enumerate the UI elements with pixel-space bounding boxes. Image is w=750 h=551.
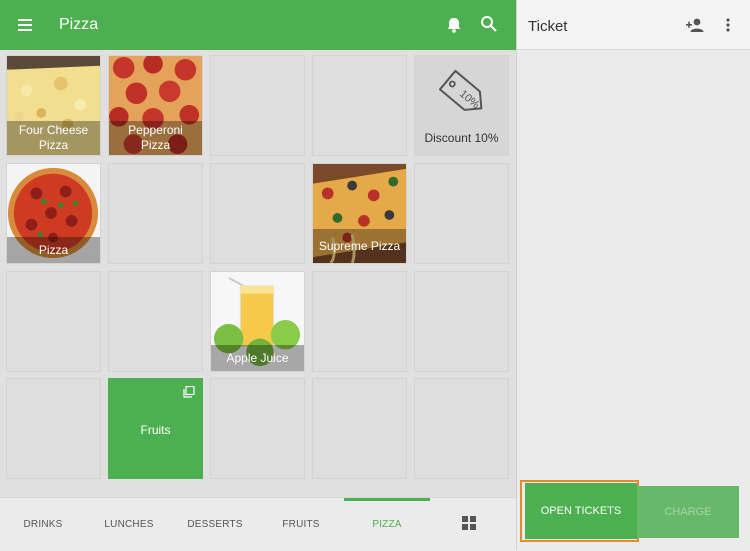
tab-lunches[interactable]: LUNCHES (94, 498, 164, 551)
ticket-title: Ticket (528, 18, 568, 35)
tile-empty[interactable] (414, 163, 509, 264)
tab-label: PIZZA (372, 519, 402, 530)
grid-view-icon[interactable] (462, 516, 476, 530)
tile-empty[interactable] (312, 378, 407, 479)
more-vert-icon[interactable] (723, 17, 733, 33)
category-icon (183, 386, 195, 398)
category-tabs: DRINKS LUNCHES DESSERTS FRUITS PIZZA (0, 497, 516, 551)
menu-icon[interactable] (16, 15, 36, 35)
ticket-panel: Ticket OPEN TICKETS CHARGE (516, 0, 750, 550)
ticket-items-area (517, 50, 750, 480)
charge-button[interactable]: CHARGE (637, 486, 739, 538)
tile-pepperoni-pizza[interactable]: Pepperoni Pizza (108, 55, 203, 156)
active-tab-indicator (344, 498, 430, 501)
tile-empty[interactable] (108, 271, 203, 372)
tile-discount-10[interactable]: 10% Discount 10% (414, 55, 509, 156)
tile-label: Supreme Pizza (313, 229, 406, 263)
tile-empty[interactable] (210, 163, 305, 264)
discount-tag-icon: 10% (438, 69, 483, 111)
tile-label: Four Cheese Pizza (7, 121, 100, 155)
tab-label: LUNCHES (104, 519, 154, 530)
tile-empty[interactable] (414, 378, 509, 479)
tile-empty[interactable] (210, 378, 305, 479)
tile-empty[interactable] (108, 163, 203, 264)
page-title: Pizza (59, 16, 99, 33)
item-grid: Four Cheese Pizza Pepperoni Pizza 10% Di… (6, 55, 512, 481)
tab-fruits[interactable]: FRUITS (266, 498, 336, 551)
tile-fruits-category[interactable]: Fruits (108, 378, 203, 479)
tile-empty[interactable] (6, 271, 101, 372)
tile-supreme-pizza[interactable]: Supreme Pizza (312, 163, 407, 264)
app-bar: Pizza (0, 0, 516, 50)
tab-label: DRINKS (23, 519, 63, 530)
tile-label: Pizza (7, 237, 100, 263)
tile-empty[interactable] (210, 55, 305, 156)
tile-empty[interactable] (414, 271, 509, 372)
tile-four-cheese-pizza[interactable]: Four Cheese Pizza (6, 55, 101, 156)
tile-label: Discount 10% (424, 131, 499, 145)
tab-label: FRUITS (282, 519, 320, 530)
person-add-icon[interactable] (685, 17, 705, 33)
tile-label: Pepperoni Pizza (109, 121, 202, 155)
tile-label: Apple Juice (211, 345, 304, 371)
bell-icon[interactable] (444, 15, 464, 35)
tile-empty[interactable] (312, 55, 407, 156)
open-tickets-button[interactable]: OPEN TICKETS (525, 483, 637, 539)
ticket-header: Ticket (517, 0, 750, 50)
tile-empty[interactable] (6, 378, 101, 479)
tile-apple-juice[interactable]: Apple Juice (210, 271, 305, 372)
tab-drinks[interactable]: DRINKS (10, 498, 76, 551)
tab-desserts[interactable]: DESSERTS (180, 498, 250, 551)
search-icon[interactable] (479, 14, 499, 34)
tile-label: Fruits (140, 423, 171, 437)
tab-label: DESSERTS (187, 519, 243, 530)
item-panel: Pizza Four Cheese Pizza Pepperoni Pizza … (0, 0, 516, 551)
tile-empty[interactable] (312, 271, 407, 372)
tile-pizza[interactable]: Pizza (6, 163, 101, 264)
tab-pizza[interactable]: PIZZA (344, 498, 430, 551)
